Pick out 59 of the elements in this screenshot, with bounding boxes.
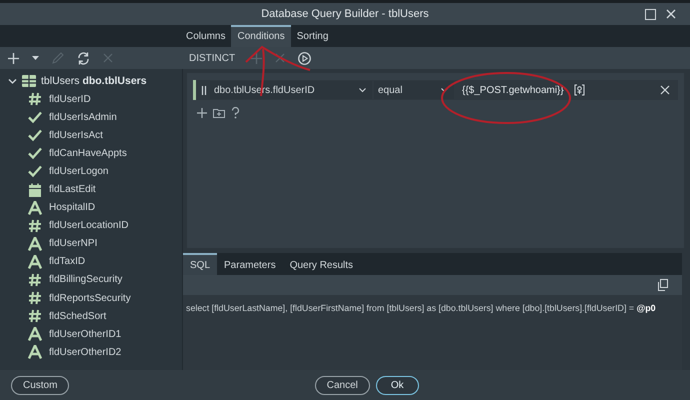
field-item[interactable]: fldUserID	[0, 90, 182, 108]
field-item[interactable]: fldUserNPI	[0, 234, 182, 253]
play-icon[interactable]	[298, 52, 312, 64]
letter-a-icon	[28, 200, 42, 215]
table-icon	[22, 75, 36, 87]
tab[interactable]: SQL	[183, 253, 218, 275]
cancel-button[interactable]: Cancel	[314, 376, 370, 394]
tab[interactable]: Parameters	[217, 253, 283, 275]
field-item[interactable]: HospitalID	[0, 198, 182, 217]
custom-button[interactable]: Custom	[11, 376, 70, 394]
hash-icon	[28, 291, 42, 306]
checkmark-icon	[28, 128, 42, 142]
remove-condition-icon[interactable]	[660, 85, 670, 95]
letter-a-icon	[28, 236, 42, 251]
folder-icon[interactable]	[213, 108, 225, 118]
letter-a-icon	[28, 327, 42, 342]
hash-icon	[28, 218, 42, 233]
field-item[interactable]: fldReportsSecurity	[0, 289, 182, 308]
field-item[interactable]: fldSchedSort	[0, 307, 182, 326]
field-item[interactable]: fldCanHaveAppts	[0, 144, 182, 162]
refresh-icon[interactable]	[77, 52, 90, 64]
tab[interactable]: Query Results	[282, 253, 360, 275]
tab[interactable]: Columns	[180, 25, 232, 47]
chevron-icon	[359, 88, 366, 92]
value-field[interactable]: {{$_POST.getwhoami}}	[456, 84, 568, 96]
condition-marker	[193, 80, 196, 100]
hash-icon	[28, 272, 42, 287]
field-item[interactable]: fldUserIsAct	[0, 126, 182, 144]
checkmark-icon	[28, 164, 42, 178]
letter-a-icon	[28, 254, 42, 269]
copy-icon[interactable]	[658, 279, 668, 291]
field-item[interactable]: fldUserLocationID	[0, 216, 182, 235]
calendar-icon	[28, 182, 42, 197]
tab[interactable]: Conditions	[231, 25, 291, 47]
field-item[interactable]: fldBillingSecurity	[0, 270, 182, 290]
hash-icon	[28, 309, 42, 324]
letter-a-icon	[28, 345, 42, 360]
checkmark-icon	[28, 110, 42, 124]
distinct-button[interactable]: DISTINCT	[189, 52, 236, 64]
ok-button[interactable]: Ok	[376, 376, 419, 394]
tab[interactable]: Sorting	[290, 25, 334, 47]
table-name[interactable]: tblUsers dbo.tblUsers	[41, 75, 147, 87]
plus-icon[interactable]	[197, 108, 207, 118]
field-item[interactable]: fldLastEdit	[0, 180, 182, 199]
checkmark-icon	[28, 146, 42, 160]
hash-icon	[28, 92, 42, 106]
window-title: Database Query Builder - tblUsers	[261, 8, 429, 20]
maximize-icon[interactable]	[645, 8, 656, 20]
expand-caret-icon[interactable]	[8, 76, 17, 86]
field-item[interactable]: fldTaxID	[0, 252, 182, 271]
question-icon[interactable]	[231, 107, 240, 119]
caret-icon[interactable]	[32, 56, 39, 60]
field-item[interactable]: fldUserOtherID2	[0, 343, 182, 362]
field-item[interactable]: fldUserOtherID1	[0, 325, 182, 344]
sql-query-text: select [fldUserLastName], [fldUserFirstName] from [tblUsers] as [dbo.tblUsers] where [dbo].[tblUsers].[fldUserID] = @p0	[186, 303, 656, 313]
drag-handle-icon[interactable]	[201, 86, 207, 94]
field-item[interactable]: fldUserIsAdmin	[0, 108, 182, 126]
field-item[interactable]: fldUserLogon	[0, 162, 182, 180]
data-bindings-icon[interactable]	[574, 84, 585, 96]
